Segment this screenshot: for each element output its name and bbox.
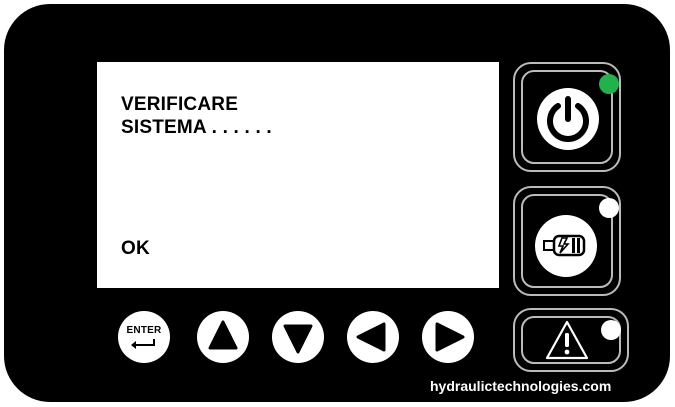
arrow-down-icon bbox=[283, 324, 313, 354]
arrow-up-icon bbox=[208, 320, 238, 350]
down-button[interactable] bbox=[272, 311, 324, 363]
arrow-right-icon bbox=[435, 322, 465, 352]
lcd-screen: VERIFICARE SISTEMA . . . . . . OK bbox=[97, 62, 499, 288]
up-button[interactable] bbox=[197, 311, 249, 363]
power-status-led bbox=[599, 74, 619, 94]
lcd-line-1: VERIFICARE bbox=[121, 94, 239, 115]
enter-button[interactable]: ENTER bbox=[118, 311, 170, 363]
motor-button[interactable] bbox=[513, 186, 621, 296]
control-panel: VERIFICARE SISTEMA . . . . . . OK ENTER … bbox=[4, 4, 670, 402]
left-button[interactable] bbox=[347, 311, 399, 363]
power-icon bbox=[537, 88, 599, 150]
right-button[interactable] bbox=[422, 311, 474, 363]
lcd-line-3: OK bbox=[121, 238, 150, 259]
power-button[interactable] bbox=[513, 62, 621, 172]
warning-icon bbox=[545, 320, 589, 360]
arrow-left-icon bbox=[356, 322, 386, 352]
alarm-button[interactable] bbox=[513, 308, 629, 372]
motor-icon bbox=[535, 215, 597, 277]
brand-website: hydraulictechnologies.com bbox=[430, 378, 612, 394]
motor-status-led bbox=[599, 198, 619, 218]
lcd-line-2: SISTEMA . . . . . . bbox=[121, 117, 272, 138]
alarm-status-led bbox=[601, 320, 621, 340]
enter-icon bbox=[131, 339, 155, 349]
